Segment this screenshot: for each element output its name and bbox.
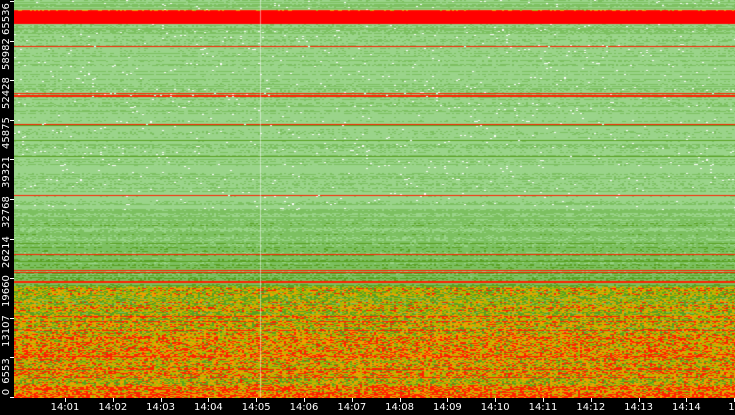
y-tick-label: 32768 <box>1 196 12 228</box>
x-tick-label: 14 <box>728 402 735 413</box>
y-tick-label: 19660 <box>1 275 12 308</box>
y-tick-label: 45875 <box>1 116 12 149</box>
x-tick-label: 14:11 <box>528 402 558 413</box>
x-tick-label: 14:05 <box>241 402 271 413</box>
y-tick-label: 26214 <box>1 235 12 268</box>
x-tick-label: 14:02 <box>98 402 128 413</box>
y-tick-label: 52428 <box>1 77 12 110</box>
x-tick-label: 14:06 <box>289 402 319 413</box>
y-tick-label: 13107 <box>1 314 12 347</box>
x-tick-label: 14:12 <box>576 402 606 413</box>
y-axis: 0 6553 13107 19660 26214 32768 39321 45875 52428… <box>0 0 14 398</box>
x-tick-label: 14:09 <box>432 402 462 413</box>
x-tick-label: 14:07 <box>337 402 367 413</box>
y-tick-label: 58982 <box>1 37 12 70</box>
x-tick-label: 14:14 <box>671 402 701 413</box>
x-tick-label: 14:03 <box>146 402 175 413</box>
y-tick-label: 65536 <box>1 3 12 35</box>
y-tick-label: 39321 <box>1 156 12 189</box>
y-tick-label: 6553 <box>1 358 12 385</box>
x-tick-label: 14:10 <box>480 402 510 413</box>
x-tick-label: 14:01 <box>50 402 80 413</box>
heatmap-plot <box>14 0 735 398</box>
x-tick-label: 14:08 <box>385 402 414 413</box>
x-axis: 14:01 14:02 14:03 14:04 14:05 14:06 14:07 14:08… <box>14 398 735 415</box>
x-tick-label: 14:13 <box>624 402 653 413</box>
x-tick-label: 14:04 <box>193 402 223 413</box>
